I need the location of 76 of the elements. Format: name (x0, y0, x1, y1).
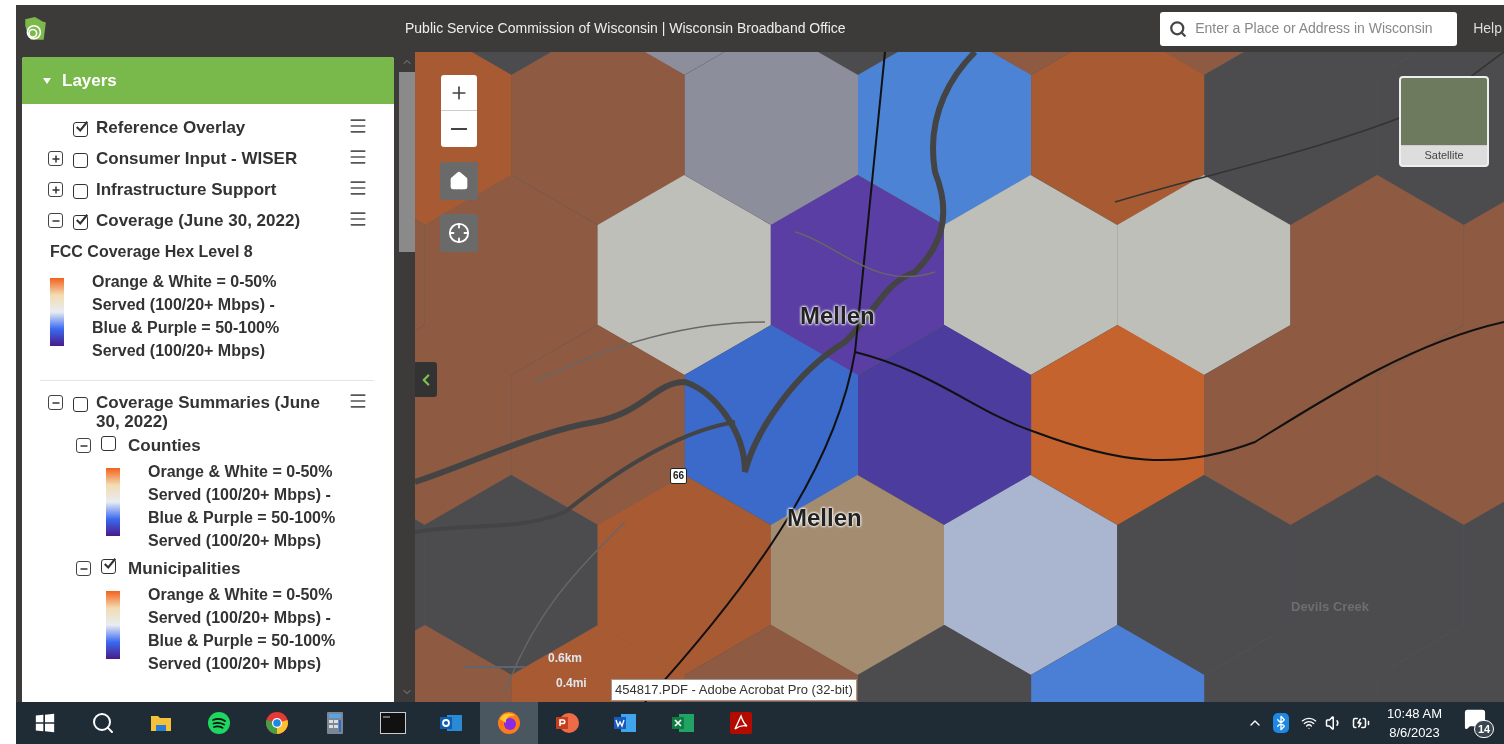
menu-icon[interactable] (348, 391, 368, 411)
locate-button[interactable] (440, 214, 478, 252)
header-title: Public Service Commission of Wisconsin | Wisconsin Broadband Office (405, 19, 846, 38)
legend-text: Orange & White = 0-50% (148, 585, 334, 605)
clock-time[interactable]: 10:48 AM (1387, 704, 1442, 723)
home-button[interactable] (440, 162, 478, 200)
scale-label: 0.4mi (556, 675, 587, 692)
checkbox[interactable] (73, 184, 88, 199)
browser-icon (265, 711, 289, 735)
legend-title: FCC Coverage Hex Level 8 (50, 242, 254, 262)
legend-text: Orange & White = 0-50% (92, 272, 278, 292)
layer-label[interactable]: Counties (128, 432, 201, 459)
crosshair-icon (448, 222, 470, 244)
search-icon (1169, 19, 1188, 38)
legend-text: Served (100/20+ Mbps) - (148, 485, 332, 505)
search-field[interactable]: Enter a Place or Address in Wisconsin (1160, 11, 1458, 46)
document-app-icon (613, 711, 637, 735)
layer-label[interactable]: Infrastructure Support (96, 178, 336, 199)
firefox-icon (497, 711, 521, 735)
legend-text: Served (100/20+ Mbps) (148, 531, 322, 551)
layer-label[interactable]: Coverage Summaries (June 30, 2022) (96, 391, 336, 431)
search-icon (91, 711, 115, 735)
checkbox[interactable] (73, 397, 88, 412)
legend-text: Orange & White = 0-50% (148, 462, 334, 482)
checked-checkbox[interactable] (73, 215, 88, 230)
checked-checkbox[interactable] (101, 558, 116, 574)
wisconsin-logo-icon (22, 15, 48, 42)
menu-icon[interactable] (348, 209, 368, 229)
collapse-icon[interactable] (76, 561, 91, 576)
caret-down-icon (42, 75, 52, 86)
legend-text: Served (100/20+ Mbps) (92, 341, 266, 361)
expand-icon[interactable] (48, 182, 63, 197)
music-app-icon (207, 711, 231, 735)
home-icon (449, 171, 469, 191)
menu-icon[interactable] (348, 147, 368, 167)
legend-text: Served (100/20+ Mbps) - (148, 608, 332, 628)
tooltip: 454817.PDF - Adobe Acrobat Pro (32-bit) (611, 679, 857, 701)
legend-text: Blue & Purple = 50-100% (92, 318, 280, 338)
scale-label: 0.6km (548, 650, 583, 667)
windows-start-icon (35, 713, 55, 733)
collapse-icon[interactable] (76, 438, 91, 453)
color-ramp (106, 591, 120, 659)
menu-icon[interactable] (348, 178, 368, 198)
color-ramp (50, 278, 64, 346)
layer-label[interactable]: Consumer Input - WISER (96, 147, 336, 168)
legend-text: Served (100/20+ Mbps) - (92, 295, 276, 315)
notification-count: 14 (1474, 720, 1494, 738)
checked-checkbox[interactable] (73, 122, 88, 137)
spreadsheet-app-icon (671, 711, 695, 735)
pdf-app-icon (729, 711, 753, 735)
collapse-icon[interactable] (48, 213, 63, 228)
search-input[interactable]: Enter a Place or Address in Wisconsin (1195, 18, 1449, 39)
panel-title: Layers (62, 69, 117, 92)
bluetooth-icon[interactable] (1273, 713, 1290, 733)
basemap-toggle[interactable]: Satellite (1399, 76, 1489, 167)
minus-icon (451, 128, 467, 130)
color-ramp (106, 468, 120, 536)
terminal-icon (380, 712, 406, 734)
collapse-panel-button[interactable] (415, 362, 437, 397)
layer-label[interactable]: Coverage (June 30, 2022) (96, 209, 336, 230)
menu-icon[interactable] (348, 116, 368, 136)
checkbox[interactable] (73, 153, 88, 168)
layer-label[interactable]: Municipalities (128, 555, 241, 582)
expand-icon[interactable] (48, 151, 63, 166)
checkbox[interactable] (101, 435, 116, 451)
legend-text: Blue & Purple = 50-100% (148, 631, 336, 651)
presentation-app-icon (555, 711, 579, 735)
legend-text: Blue & Purple = 50-100% (148, 508, 336, 528)
legend-text: Served (100/20+ Mbps) (148, 654, 322, 674)
route-shield: 66 (670, 468, 688, 484)
layer-label[interactable]: Reference Overlay (96, 116, 336, 137)
wifi-icon[interactable] (1301, 715, 1318, 731)
clock-date[interactable]: 8/6/2023 (1389, 723, 1440, 742)
collapse-icon[interactable] (48, 395, 63, 410)
help-link[interactable]: Help (1473, 18, 1502, 39)
town-label: Mellen (787, 503, 862, 533)
